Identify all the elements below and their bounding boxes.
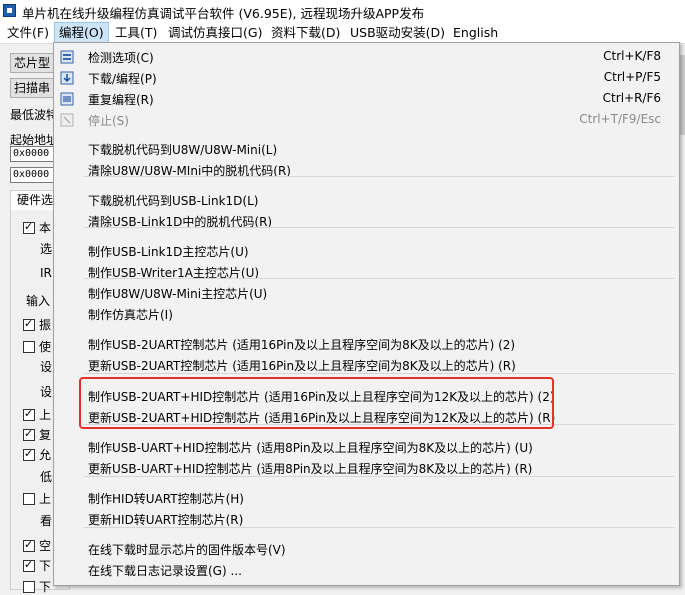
option-label: 空	[39, 539, 52, 553]
menu-item-download-link1d-offline[interactable]: 下载脱机代码到USB-Link1D(L)	[54, 189, 679, 211]
option-checkbox[interactable]	[23, 447, 35, 461]
menu-item-label: 制作USB-2UART控制芯片 (适用16Pin及以上且程序空间为8K及以上的芯…	[88, 338, 516, 352]
menu-item-repeat-program[interactable]: 重复编程(R) Ctrl+R/F6	[54, 88, 679, 110]
menu-item-clear-link1d-offline[interactable]: 清除USB-Link1D中的脱机代码(R)	[54, 210, 679, 232]
menu-separator	[84, 476, 674, 477]
option-label: 上	[39, 492, 52, 506]
option-checkbox[interactable]	[23, 558, 35, 572]
menu-item-shortcut: Ctrl+K/F8	[603, 49, 661, 63]
menu-item-label: 制作仿真芯片(I)	[88, 308, 173, 322]
menu-item-stop: 停止(S) Ctrl+T/F9/Esc	[54, 109, 679, 131]
menu-tools[interactable]: 工具(T)	[111, 22, 161, 43]
menu-file[interactable]: 文件(F)	[3, 22, 53, 43]
title-bar: 单片机在线升级编程仿真调试平台软件 (V6.95E), 远程现场升级APP发布	[0, 0, 685, 22]
menu-item-download-program[interactable]: 下载/编程(P) Ctrl+P/F5	[54, 67, 679, 89]
option-label: 振	[39, 318, 52, 332]
option-label: 上	[39, 408, 52, 422]
menu-item-label: 检测选项(C)	[88, 51, 154, 65]
option-label: 复	[39, 428, 52, 442]
menu-item-download-u8w-offline[interactable]: 下载脱机代码到U8W/U8W-Mini(L)	[54, 138, 679, 160]
menu-separator	[84, 373, 674, 374]
option-label: 下	[39, 580, 52, 594]
menu-program[interactable]: 编程(O)	[54, 22, 109, 43]
menu-item-label: 更新HID转UART控制芯片(R)	[88, 513, 244, 527]
menu-item-shortcut: Ctrl+R/F6	[602, 91, 661, 105]
menu-item-label: 下载脱机代码到USB-Link1D(L)	[88, 194, 259, 208]
option-label: IR	[40, 266, 52, 280]
download-program-icon	[60, 71, 74, 85]
menu-usb-driver[interactable]: USB驱动安装(D)	[346, 22, 449, 43]
right-edge-strip	[680, 55, 685, 135]
option-label: 设	[40, 360, 53, 374]
option-checkbox[interactable]	[23, 407, 35, 421]
option-label: 输入	[26, 294, 51, 308]
window-title: 单片机在线升级编程仿真调试平台软件 (V6.95E), 远程现场升级APP发布	[22, 6, 425, 21]
option-label: 选	[40, 242, 53, 256]
detect-icon	[60, 50, 74, 64]
option-label: 本	[39, 221, 52, 235]
repeat-program-icon	[60, 92, 74, 106]
menu-item-label: 制作HID转UART控制芯片(H)	[88, 492, 244, 506]
menu-separator	[84, 176, 674, 177]
menu-item-label: 制作USB-UART+HID控制芯片 (适用8Pin及以上且程序空间为8K及以上…	[88, 441, 533, 455]
menu-english[interactable]: English	[449, 22, 502, 43]
option-checkbox[interactable]	[23, 538, 35, 552]
menu-item-label: 制作USB-Link1D主控芯片(U)	[88, 245, 249, 259]
option-checkbox[interactable]	[23, 427, 35, 441]
menu-item-label: 更新USB-2UART控制芯片 (适用16Pin及以上且程序空间为8K及以上的芯…	[88, 359, 516, 373]
option-checkbox[interactable]	[23, 493, 35, 505]
option-label: 看	[40, 514, 53, 528]
menu-downloads[interactable]: 资料下载(D)	[267, 22, 344, 43]
menu-item-log-settings[interactable]: 在线下载日志记录设置(G) ...	[54, 559, 679, 581]
menu-item-make-usb-uart-hid[interactable]: 制作USB-UART+HID控制芯片 (适用8Pin及以上且程序空间为8K及以上…	[54, 436, 679, 458]
menu-item-make-usb-2uart[interactable]: 制作USB-2UART控制芯片 (适用16Pin及以上且程序空间为8K及以上的芯…	[54, 333, 679, 355]
menu-item-show-firmware-version[interactable]: 在线下载时显示芯片的固件版本号(V)	[54, 538, 679, 560]
menu-item-make-u8w-master[interactable]: 制作U8W/U8W-Mini主控芯片(U)	[54, 282, 679, 304]
menu-separator	[84, 227, 674, 228]
menu-item-make-writer1a-master[interactable]: 制作USB-Writer1A主控芯片(U)	[54, 261, 679, 283]
menu-item-label: 下载脱机代码到U8W/U8W-Mini(L)	[88, 143, 278, 157]
menu-separator	[84, 527, 674, 528]
option-checkbox[interactable]	[23, 317, 35, 331]
menu-item-shortcut: Ctrl+T/F9/Esc	[579, 112, 661, 126]
menu-separator	[84, 278, 674, 279]
app-icon	[3, 4, 16, 17]
menu-item-make-hid-uart[interactable]: 制作HID转UART控制芯片(H)	[54, 487, 679, 509]
option-label: 下	[39, 559, 52, 573]
menu-item-label: 在线下载时显示芯片的固件版本号(V)	[88, 543, 286, 557]
option-label: 允	[39, 448, 52, 462]
menu-item-detect-options[interactable]: 检测选项(C) Ctrl+K/F8	[54, 46, 679, 68]
option-checkbox[interactable]	[23, 220, 35, 234]
end-address-field[interactable]: 0x0000	[10, 167, 55, 183]
menu-item-make-link1d-master[interactable]: 制作USB-Link1D主控芯片(U)	[54, 240, 679, 262]
menu-item-make-sim-chip[interactable]: 制作仿真芯片(I)	[54, 303, 679, 325]
menu-item-shortcut: Ctrl+P/F5	[603, 70, 661, 84]
min-baud-label: 最低波特	[10, 108, 59, 122]
menu-item-label: 下载/编程(P)	[88, 72, 157, 86]
menu-item-label: 停止(S)	[88, 114, 129, 128]
option-label: 低	[40, 470, 53, 484]
option-checkbox[interactable]	[23, 341, 35, 353]
menu-item-label: 重复编程(R)	[88, 93, 154, 107]
program-menu-dropdown: 检测选项(C) Ctrl+K/F8 下载/编程(P) Ctrl+P/F5 重复编程(R)…	[53, 42, 680, 586]
option-label: 使	[39, 340, 52, 354]
menu-debug-sim[interactable]: 调试仿真接口(G)	[164, 22, 266, 43]
menu-item-clear-u8w-offline[interactable]: 清除U8W/U8W-MIni中的脱机代码(R)	[54, 159, 679, 181]
menu-bar: 文件(F) 编程(O) 工具(T) 调试仿真接口(G) 资料下载(D) USB驱…	[0, 22, 685, 44]
option-checkbox[interactable]	[23, 581, 35, 593]
menu-item-label: 更新USB-UART+HID控制芯片 (适用8Pin及以上且程序空间为8K及以上…	[88, 462, 533, 476]
menu-item-label: 制作U8W/U8W-Mini主控芯片(U)	[88, 287, 268, 301]
menu-item-label: 在线下载日志记录设置(G) ...	[88, 564, 242, 578]
stop-icon	[60, 113, 74, 127]
highlight-annotation-box	[79, 377, 554, 429]
option-label: 设	[40, 385, 53, 399]
start-address-field[interactable]: 0x0000	[10, 146, 55, 162]
